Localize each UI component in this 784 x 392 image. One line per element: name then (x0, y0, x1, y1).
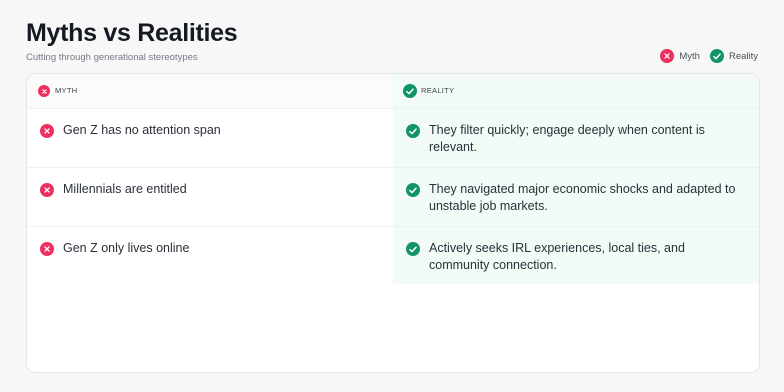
reality-cell: Actively seeks IRL experiences, local ti… (393, 227, 759, 285)
table-row: Millennials are entitled They navigated … (27, 167, 759, 227)
column-header-myth: MYTH (27, 74, 393, 108)
column-header-reality: REALITY (393, 74, 759, 108)
check-circle-icon (709, 49, 724, 63)
table-empty-area (27, 284, 759, 372)
column-label-myth: MYTH (55, 86, 78, 95)
reality-text: Actively seeks IRL experiences, local ti… (429, 241, 685, 272)
myths-realities-table: MYTH REALITY Gen Z has no attention span… (26, 73, 760, 373)
check-circle-icon (406, 183, 420, 197)
x-circle-icon (40, 242, 54, 256)
legend: Myth Reality (660, 49, 758, 63)
x-circle-icon (660, 49, 675, 63)
x-circle-icon (38, 85, 50, 97)
legend-item-reality: Reality (709, 49, 758, 63)
reality-text: They filter quickly; engage deeply when … (429, 123, 705, 154)
myth-text: Gen Z has no attention span (63, 123, 221, 137)
myth-text: Millennials are entitled (63, 182, 187, 196)
check-circle-icon (403, 84, 417, 98)
legend-item-myth: Myth (660, 49, 700, 63)
myth-text: Gen Z only lives online (63, 241, 190, 255)
myth-cell: Gen Z has no attention span (27, 109, 393, 168)
legend-reality-label: Reality (728, 50, 758, 62)
legend-myth-label: Myth (679, 50, 700, 62)
page-header: Myths vs Realities Cutting through gener… (26, 18, 238, 63)
x-circle-icon (40, 124, 54, 138)
reality-cell: They filter quickly; engage deeply when … (393, 109, 759, 168)
myth-cell: Millennials are entitled (27, 168, 393, 227)
page-subtitle: Cutting through generational stereotypes (26, 52, 198, 63)
check-circle-icon (406, 124, 420, 138)
table-header: MYTH REALITY (27, 74, 759, 108)
column-label-reality: REALITY (421, 86, 455, 95)
table-row: Gen Z only lives online Actively seeks I… (27, 226, 759, 285)
table-row: Gen Z has no attention span They filter … (27, 108, 759, 168)
page-title: Myths vs Realities (26, 19, 238, 47)
x-circle-icon (40, 183, 54, 197)
reality-cell: They navigated major economic shocks and… (393, 168, 759, 227)
reality-text: They navigated major economic shocks and… (429, 182, 736, 213)
check-circle-icon (406, 242, 420, 256)
myth-cell: Gen Z only lives online (27, 227, 393, 285)
